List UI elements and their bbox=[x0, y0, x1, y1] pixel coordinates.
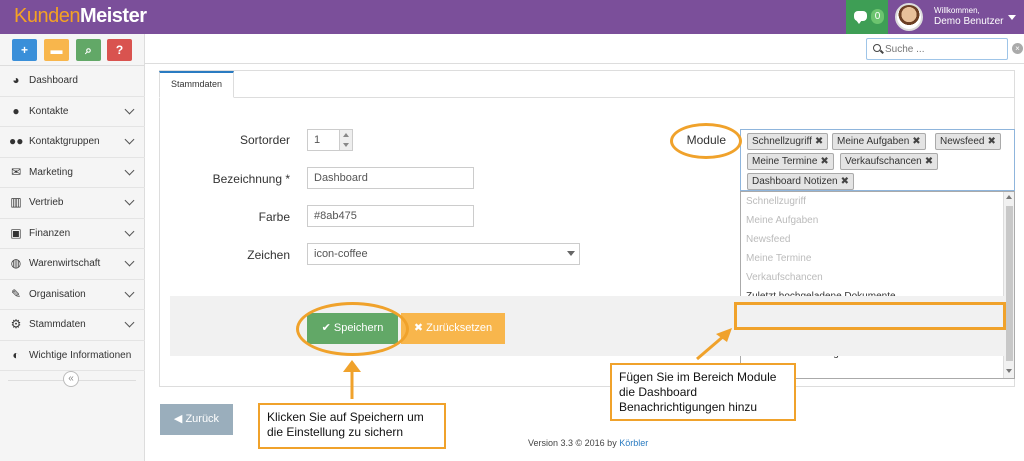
annotation-arrows bbox=[343, 328, 732, 399]
module-callout-line-1: Fügen Sie im Bereich Module bbox=[619, 370, 777, 384]
save-arrow-head bbox=[343, 360, 361, 372]
module-callout-line-2: die Dashboard bbox=[619, 385, 698, 399]
vendor-link[interactable]: Körbler bbox=[619, 438, 648, 448]
app-window: KundenMeister 0 Willkommen, Demo Benutze… bbox=[0, 0, 1024, 461]
module-callout-line-3: Benachrichtigungen hinzu bbox=[619, 400, 758, 414]
module-arrow-shaft bbox=[696, 333, 726, 361]
footer-version: Version 3.3 © 2016 by Körbler bbox=[528, 438, 648, 448]
version-text: Version 3.3 © 2016 by bbox=[528, 438, 620, 448]
save-callout-line-2: die Einstellung zu sichern bbox=[267, 425, 404, 439]
save-callout: Klicken Sie auf Speichern um die Einstel… bbox=[258, 403, 446, 449]
save-callout-line-1: Klicken Sie auf Speichern um bbox=[267, 410, 424, 424]
module-callout: Fügen Sie im Bereich Module die Dashboar… bbox=[610, 363, 796, 421]
